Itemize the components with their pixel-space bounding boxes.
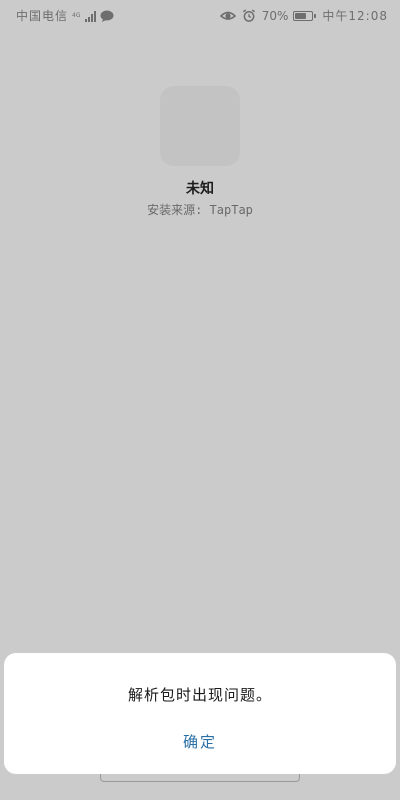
status-bar: 中国电信 4G 70% 中午12:08 <box>0 0 400 30</box>
app-icon-placeholder <box>160 86 240 166</box>
chat-icon <box>100 10 114 22</box>
eye-icon <box>219 11 236 20</box>
battery-percent: 70% <box>261 8 289 23</box>
status-right: 70% 中午12:08 <box>219 7 388 24</box>
install-source: 安装来源: TapTap <box>147 203 253 217</box>
carrier-label: 中国电信 <box>16 9 69 23</box>
battery-level-fill <box>295 12 307 19</box>
alarm-icon <box>242 9 255 22</box>
error-dialog: 解析包时出现问题。 确定 <box>4 653 396 774</box>
battery-icon <box>293 10 317 21</box>
clock: 中午12:08 <box>322 9 388 23</box>
dialog-message: 解析包时出现问题。 <box>127 686 272 704</box>
ok-button[interactable]: 确定 <box>150 727 250 757</box>
network-type-label: 4G <box>72 11 81 19</box>
signal-icon <box>85 10 97 22</box>
app-name: 未知 <box>186 181 214 197</box>
status-left: 中国电信 4G <box>16 7 114 24</box>
